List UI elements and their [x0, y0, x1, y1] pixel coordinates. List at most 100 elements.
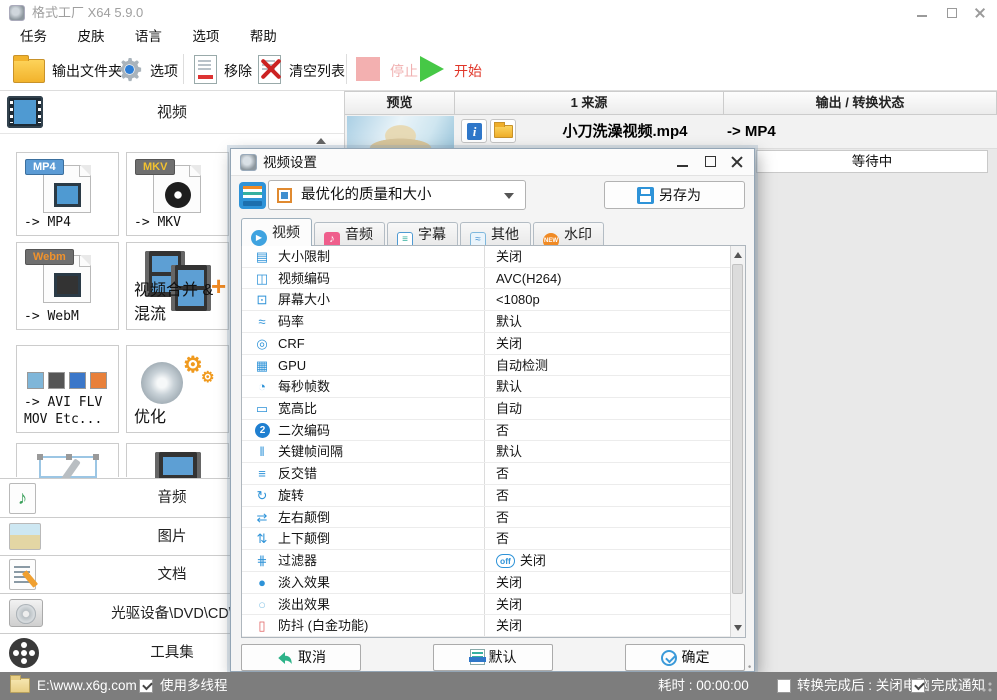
- format-button-mkv[interactable]: MKV -> MKV: [126, 152, 229, 236]
- setting-row-rotate[interactable]: ↻旋转否: [242, 485, 745, 507]
- table-scrollbar[interactable]: [730, 246, 745, 637]
- format-label: -> MKV: [134, 214, 181, 232]
- menu-help[interactable]: 帮助: [237, 26, 290, 48]
- setting-row-flip-vertical[interactable]: ⇅上下颠倒否: [242, 528, 745, 550]
- setting-row-video-codec[interactable]: ◫视频编码AVC(H264): [242, 268, 745, 290]
- disc-icon: [141, 362, 183, 404]
- remove-button[interactable]: 移除: [224, 61, 252, 81]
- options-gear-icon[interactable]: [114, 54, 145, 85]
- output-folder-button[interactable]: 输出文件夹: [52, 61, 122, 81]
- setting-row-size-limit[interactable]: ▤大小限制关闭: [242, 246, 745, 268]
- multithread-checkbox[interactable]: [139, 679, 153, 693]
- menu-options[interactable]: 选项: [179, 26, 232, 48]
- setting-row-bitrate[interactable]: ≈码率默认: [242, 311, 745, 333]
- tab-watermark[interactable]: NEW水印: [533, 222, 604, 246]
- tab-audio[interactable]: ♪音频: [314, 222, 385, 246]
- scroll-up-arrow-icon[interactable]: [316, 138, 326, 144]
- format-label: -> WebM: [24, 308, 79, 326]
- shutdown-checkbox[interactable]: [777, 679, 791, 693]
- format-button-avi-flv-mov[interactable]: -> AVI FLV MOV Etc...: [16, 345, 119, 433]
- tab-subtitle[interactable]: ≡字幕: [387, 222, 458, 246]
- close-button[interactable]: [965, 0, 995, 26]
- menu-skin[interactable]: 皮肤: [64, 26, 117, 48]
- format-button-mp4[interactable]: MP4 -> MP4: [16, 152, 119, 236]
- stop-button[interactable]: 停止: [390, 61, 418, 81]
- tab-video[interactable]: ▶视频: [241, 218, 312, 246]
- setting-row-flip-horizontal[interactable]: ⇄左右颠倒否: [242, 507, 745, 529]
- dialog-maximize-button[interactable]: [698, 149, 724, 176]
- output-path-folder-icon[interactable]: [10, 678, 30, 693]
- scrollbar-thumb[interactable]: [732, 264, 743, 594]
- setting-row-fade-out[interactable]: ○淡出效果关闭: [242, 594, 745, 616]
- setting-row-screen-size[interactable]: ⊡屏幕大小<1080p: [242, 289, 745, 311]
- format-button-partial-film[interactable]: [126, 443, 229, 477]
- format-button-partial-crop[interactable]: [16, 443, 119, 477]
- setting-row-fade-in[interactable]: ●淡入效果关闭: [242, 572, 745, 594]
- window-resize-grip[interactable]: [982, 682, 992, 692]
- title-bar: 格式工厂 X64 5.9.0: [0, 0, 997, 26]
- setting-row-aspect-ratio[interactable]: ▭宽高比自动: [242, 398, 745, 420]
- cancel-button[interactable]: 取消: [241, 644, 361, 671]
- sidebar-section-video[interactable]: 视频: [0, 91, 344, 134]
- preset-value: 最优化的质量和大小: [301, 181, 432, 209]
- options-button[interactable]: 选项: [150, 61, 178, 81]
- default-button[interactable]: 默认: [433, 644, 553, 671]
- preset-film-icon: [277, 188, 292, 203]
- menu-task[interactable]: 任务: [7, 26, 60, 48]
- clear-list-icon[interactable]: [258, 55, 281, 84]
- format-label: 优化: [134, 403, 166, 427]
- dialog-title-bar[interactable]: 视频设置: [231, 149, 754, 176]
- gear-icon: ⚙: [201, 368, 214, 386]
- column-header-source[interactable]: 1 来源: [455, 91, 724, 115]
- status-badge: 等待中: [756, 150, 988, 173]
- output-path[interactable]: E:\www.x6g.com: [37, 672, 137, 700]
- setting-row-filter[interactable]: ⋕过滤器off关闭: [242, 550, 745, 572]
- output-folder-icon[interactable]: [13, 59, 45, 83]
- dialog-title: 视频设置: [263, 149, 317, 176]
- file-folder-button[interactable]: [490, 119, 516, 143]
- scroll-down-icon[interactable]: [734, 625, 742, 631]
- anti-shake-icon: ▯: [253, 615, 271, 636]
- dialog-minimize-button[interactable]: [670, 149, 696, 176]
- tab-label: 音频: [345, 226, 373, 242]
- bars-icon: ‖: [253, 441, 271, 462]
- setting-row-deinterlace[interactable]: ≡反交错否: [242, 463, 745, 485]
- remove-icon[interactable]: [194, 55, 217, 84]
- elapsed-time: 耗时 : 00:00:00: [658, 672, 749, 700]
- setting-row-fps[interactable]: ◔每秒帧数默认: [242, 376, 745, 398]
- format-button-optimize[interactable]: ⚙ ⚙ 优化: [126, 345, 229, 433]
- dialog-close-button[interactable]: [724, 149, 750, 176]
- column-header-preview[interactable]: 预览: [345, 91, 455, 115]
- preset-tray-icon[interactable]: [239, 182, 266, 209]
- file-info-button[interactable]: i: [461, 119, 487, 143]
- start-button[interactable]: 开始: [454, 61, 482, 81]
- ok-button[interactable]: 确定: [625, 644, 745, 671]
- minimize-button[interactable]: [907, 0, 937, 26]
- video-thumbnail[interactable]: [347, 116, 454, 148]
- clear-list-button[interactable]: 清空列表: [289, 61, 345, 81]
- menu-language[interactable]: 语言: [122, 26, 175, 48]
- aspect-icon: ▭: [253, 398, 271, 419]
- fade-out-icon: ○: [253, 594, 271, 615]
- dialog-resize-grip[interactable]: [744, 661, 752, 669]
- setting-row-stabilize[interactable]: ▯防抖 (白金功能)关闭: [242, 615, 745, 637]
- maximize-button[interactable]: [937, 0, 967, 26]
- format-button-webm[interactable]: Webm -> WebM: [16, 242, 119, 330]
- format-button-merge[interactable]: + 视频合并 & 混流: [126, 242, 229, 330]
- setting-row-two-pass[interactable]: 2二次编码否: [242, 420, 745, 442]
- preset-dropdown[interactable]: 最优化的质量和大小: [268, 180, 526, 210]
- setting-row-crf[interactable]: ◎CRF关闭: [242, 333, 745, 355]
- scroll-up-icon[interactable]: [734, 252, 742, 258]
- tab-other[interactable]: ≈其他: [460, 222, 531, 246]
- back-arrow-icon: [276, 650, 294, 666]
- ruler-icon: ▤: [253, 246, 271, 267]
- column-header-output-status[interactable]: 输出 / 转换状态: [724, 91, 997, 115]
- setting-row-keyframe-interval[interactable]: ‖关键帧间隔默认: [242, 441, 745, 463]
- stop-icon[interactable]: [356, 57, 380, 81]
- gpu-icon: ▦: [253, 355, 271, 376]
- setting-row-gpu[interactable]: ▦GPU自动检测: [242, 355, 745, 377]
- sidebar-video-label: 视频: [0, 91, 344, 134]
- notify-checkbox[interactable]: [911, 679, 925, 693]
- save-as-button[interactable]: 另存为: [604, 181, 745, 209]
- start-icon[interactable]: [420, 56, 444, 82]
